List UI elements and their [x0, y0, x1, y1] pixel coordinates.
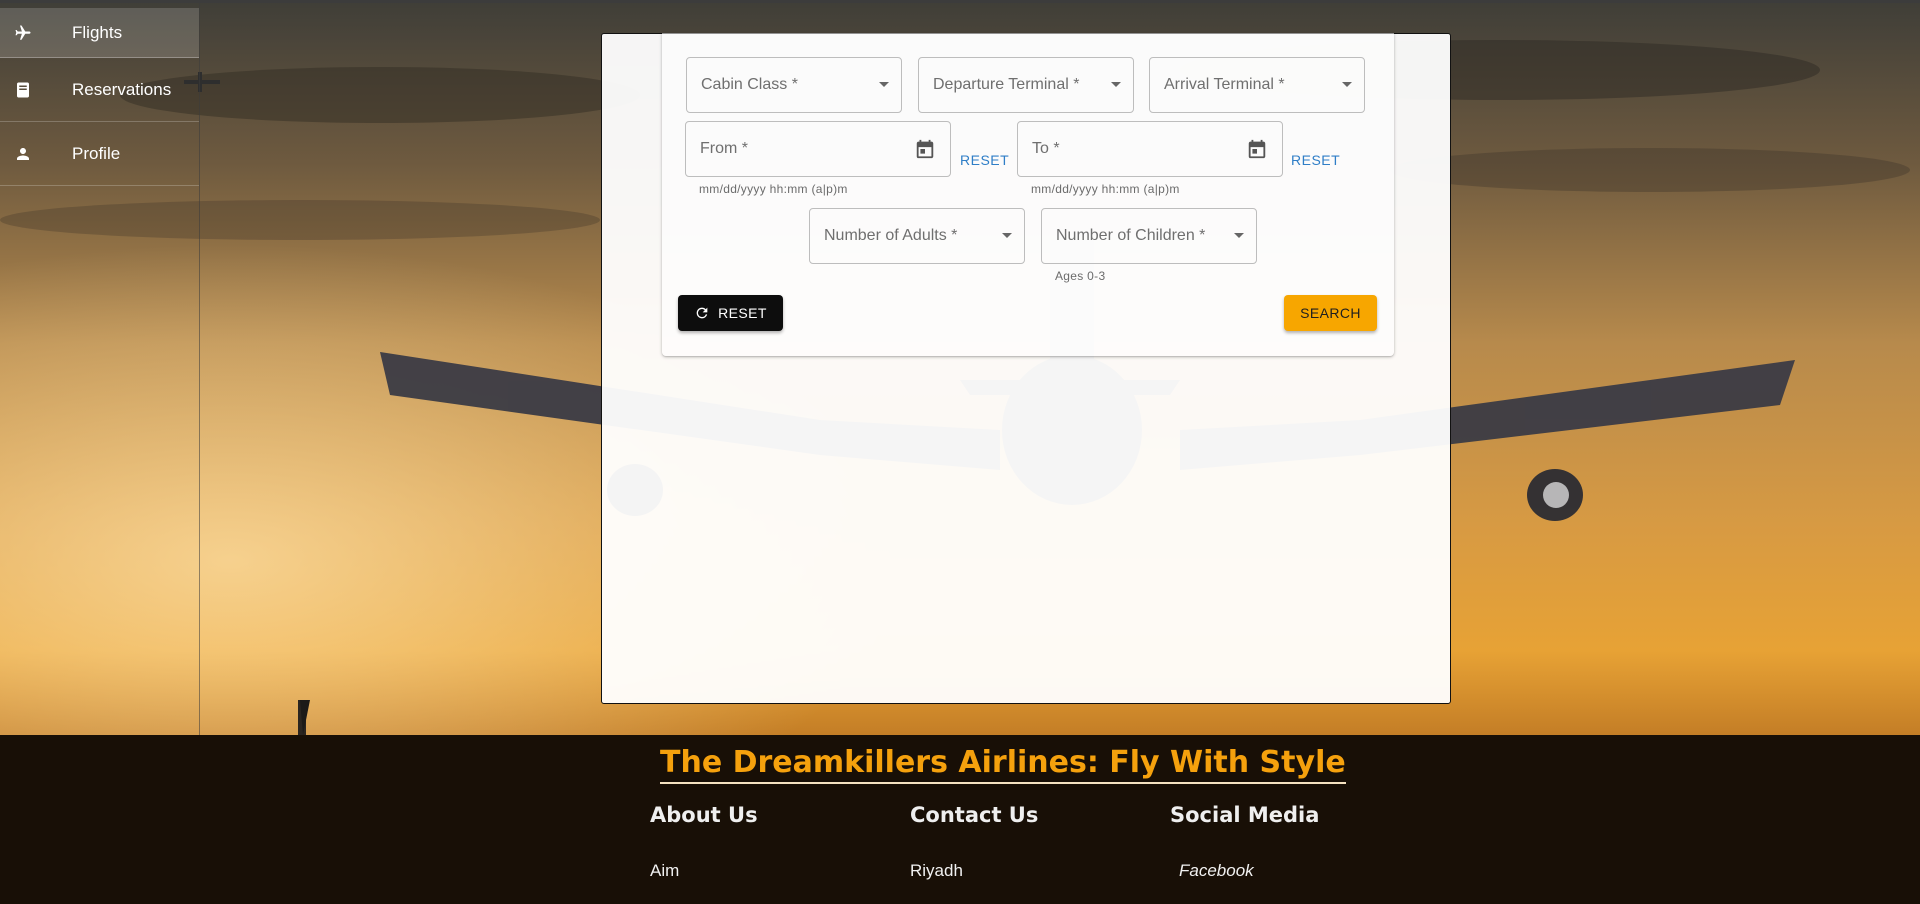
calendar-icon[interactable]: [1246, 138, 1268, 160]
children-select[interactable]: Number of Children *: [1041, 208, 1257, 264]
arrival-terminal-select[interactable]: Arrival Terminal *: [1149, 57, 1365, 113]
refresh-icon: [696, 307, 708, 319]
facebook-link[interactable]: Facebook: [1179, 861, 1254, 881]
children-label: Number of Children *: [1056, 227, 1206, 244]
airplane-icon: [0, 24, 72, 42]
to-label: To *: [1032, 140, 1060, 157]
sidebar-item-label: Flights: [72, 22, 123, 42]
flight-search-panel: Cabin Class * Departure Terminal * Arriv…: [601, 33, 1451, 704]
footer-about-column: About Us Aim: [650, 803, 880, 880]
cabin-class-select[interactable]: Cabin Class *: [686, 57, 902, 113]
search-button[interactable]: SEARCH: [1284, 295, 1377, 331]
to-reset-button[interactable]: RESET: [1291, 152, 1340, 168]
contact-heading: Contact Us: [910, 803, 1039, 827]
adults-select[interactable]: Number of Adults *: [809, 208, 1025, 264]
book-icon: [0, 81, 72, 99]
social-heading: Social Media: [1170, 803, 1320, 827]
footer-title: The Dreamkillers Airlines: Fly With Styl…: [660, 745, 1346, 784]
chevron-down-icon: [1111, 82, 1121, 87]
sidebar-item-reservations[interactable]: Reservations: [0, 58, 199, 122]
sidebar-item-flights[interactable]: Flights: [0, 8, 199, 58]
contact-city-link[interactable]: Riyadh: [910, 861, 963, 881]
from-label: From *: [700, 140, 748, 157]
reset-form-button[interactable]: RESET: [678, 295, 783, 331]
footer: The Dreamkillers Airlines: Fly With Styl…: [0, 735, 1920, 904]
from-datetime-field[interactable]: From *: [685, 121, 951, 177]
chevron-down-icon: [1002, 233, 1012, 238]
footer-social-column: Social Media Facebook: [1170, 803, 1400, 880]
departure-terminal-select[interactable]: Departure Terminal *: [918, 57, 1134, 113]
footer-contact-column: Contact Us Riyadh: [910, 803, 1140, 880]
sidebar-item-label: Reservations: [72, 79, 172, 99]
about-aim-link[interactable]: Aim: [650, 861, 679, 881]
departure-terminal-label: Departure Terminal *: [933, 76, 1080, 93]
from-reset-button[interactable]: RESET: [960, 152, 1009, 168]
to-datetime-field[interactable]: To *: [1017, 121, 1283, 177]
about-heading: About Us: [650, 803, 758, 827]
cabin-class-label: Cabin Class *: [701, 76, 798, 93]
calendar-icon[interactable]: [914, 138, 936, 160]
search-label: SEARCH: [1300, 305, 1361, 321]
adults-label: Number of Adults *: [824, 227, 958, 244]
chevron-down-icon: [1234, 233, 1244, 238]
sidebar: Flights Reservations Profile: [0, 0, 200, 735]
top-border: [0, 0, 1920, 3]
sidebar-item-profile[interactable]: Profile: [0, 122, 199, 186]
arrival-terminal-label: Arrival Terminal *: [1164, 76, 1285, 93]
children-age-hint: Ages 0-3: [1055, 269, 1106, 283]
reset-form-label: RESET: [718, 305, 767, 321]
to-format-hint: mm/dd/yyyy hh:mm (a|p)m: [1031, 182, 1180, 196]
chevron-down-icon: [879, 82, 889, 87]
from-format-hint: mm/dd/yyyy hh:mm (a|p)m: [699, 182, 848, 196]
chevron-down-icon: [1342, 82, 1352, 87]
sidebar-item-label: Profile: [72, 143, 121, 163]
person-icon: [0, 145, 72, 163]
flight-search-form: Cabin Class * Departure Terminal * Arriv…: [662, 33, 1394, 356]
